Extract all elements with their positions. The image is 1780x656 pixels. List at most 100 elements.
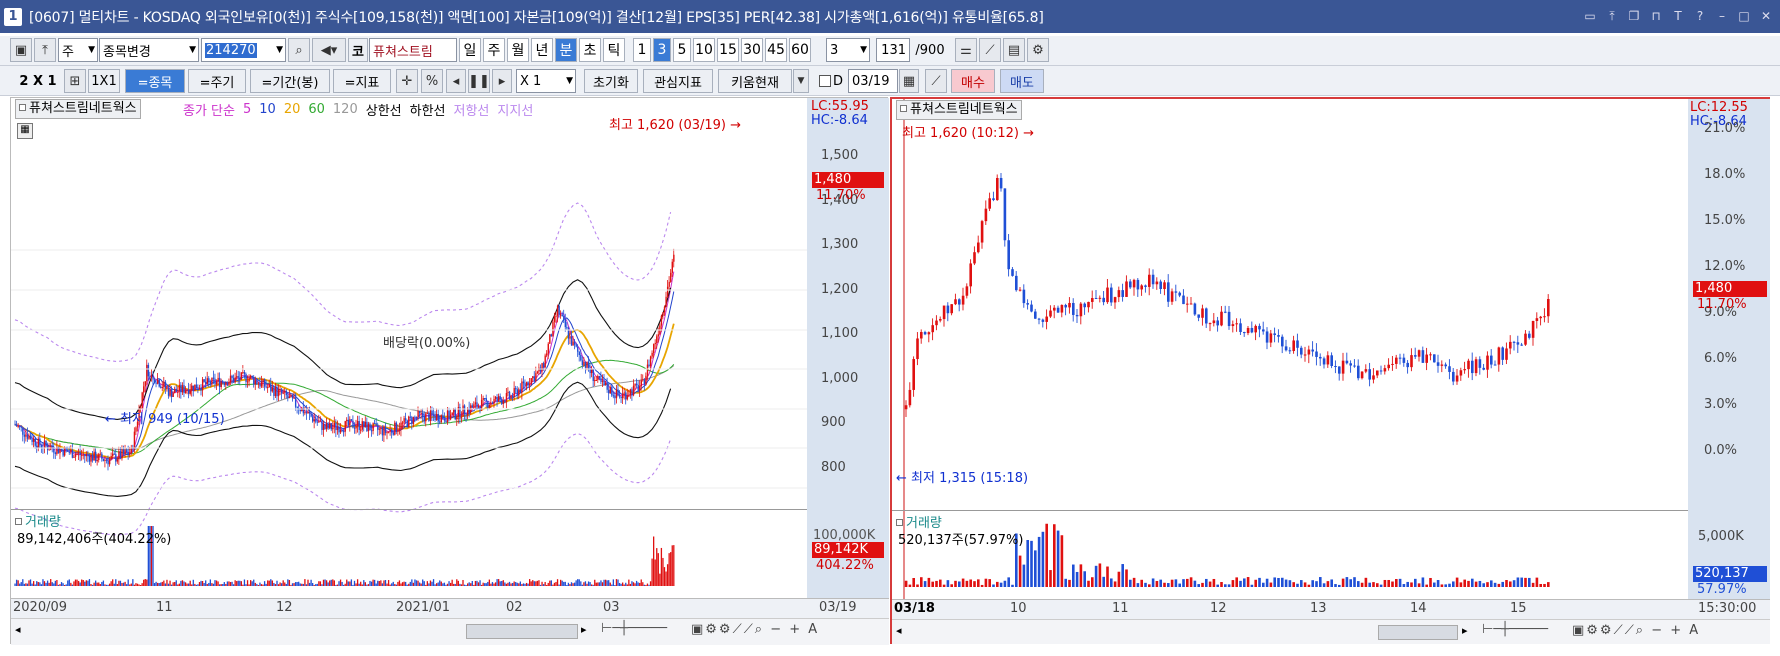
period-4[interactable]: 분 (555, 38, 577, 62)
indicator-link-button[interactable]: =지표 (333, 69, 391, 93)
minute-option-3[interactable]: 3 (653, 38, 671, 62)
order-tool-icon[interactable]: ⟋ (925, 69, 947, 93)
right-chart-panel[interactable]: 퓨쳐스트림네트웍스 최고 1,620 (10:12) → ← 최저 1,315 … (890, 97, 1770, 644)
percent-button[interactable]: % (421, 69, 443, 93)
buy-button[interactable]: 매수 (951, 69, 995, 93)
right-scroll-tools[interactable]: ▣⚙⚙⟋⟋⌕ − + A (1572, 623, 1700, 638)
gear-icon[interactable]: ⚙ (1027, 38, 1049, 62)
period-5[interactable]: 초 (579, 38, 601, 62)
lock-icon[interactable]: ⊓ (1648, 8, 1664, 24)
kiwoom-dropdown-icon[interactable]: ▼ (793, 69, 809, 93)
left-chart-panel[interactable]: 퓨쳐스트림네트웍스 종가 단순 5 10 20 60 120 상한선 하한선 저항선 지지선 ▦ … (10, 97, 889, 645)
watch-indicator-button[interactable]: 관심지표 (643, 69, 713, 93)
left-x-end: 03/19 (819, 600, 857, 615)
right-candle-body (1490, 355, 1493, 365)
minute-option-60[interactable]: 60 (789, 38, 811, 62)
minute-option-45[interactable]: 45 (765, 38, 787, 62)
screen-icon[interactable]: ▣ (10, 38, 32, 62)
calendar-icon[interactable]: ▦ (899, 69, 919, 93)
minute-option-5[interactable]: 5 (673, 38, 691, 62)
close-icon[interactable]: ✕ (1758, 8, 1774, 24)
type-select[interactable]: 주 ▼ (58, 38, 98, 62)
speaker-icon[interactable]: ◀▾ (312, 38, 346, 62)
left-zoom-slider[interactable]: ⊢─┼───── (601, 621, 667, 636)
drawing-tool-icon[interactable]: ⟋ (979, 38, 1001, 62)
right-scrollbar-thumb[interactable] (1378, 625, 1458, 640)
pause-icon[interactable]: ❚❚ (468, 69, 490, 93)
left-stock-label[interactable]: 퓨쳐스트림네트웍스 (15, 99, 141, 119)
left-volume-bar (518, 583, 520, 586)
left-scroll-right-icon[interactable]: ▸ (581, 623, 587, 636)
left-table-icon[interactable]: ▦ (17, 123, 33, 139)
font-icon[interactable]: T (1670, 8, 1686, 24)
right-chart-svg[interactable] (892, 99, 1770, 619)
scroll-right-icon[interactable]: ▸ (492, 69, 512, 93)
kiwoom-now-button[interactable]: 키움현재 (718, 69, 792, 93)
minute-option-1[interactable]: 1 (633, 38, 651, 62)
multiplier-select[interactable]: X 1 ▼ (516, 69, 576, 93)
left-volume-bar (465, 584, 467, 586)
left-candle-body (367, 423, 370, 432)
scroll-left-icon[interactable]: ◂ (446, 69, 466, 93)
legend-item-1: 5 (242, 101, 252, 117)
right-candle-body (1516, 342, 1520, 345)
maximize-icon[interactable]: □ (1736, 8, 1752, 24)
left-candle-body (198, 388, 201, 390)
tile-icon[interactable]: ❐ (1626, 8, 1642, 24)
right-zoom-slider[interactable]: ⊢─┼───── (1482, 622, 1548, 637)
left-scroll-tools[interactable]: ▣⚙⚙⟋⟋⌕ − + A (691, 622, 819, 637)
left-volume-bar (157, 582, 159, 586)
crosshair-icon[interactable]: ✛ (396, 69, 418, 93)
left-volume-bar (594, 579, 596, 586)
count-input[interactable]: 131 (876, 38, 910, 62)
right-volume-bar (1387, 579, 1390, 587)
pin-icon[interactable]: ⤒ (34, 38, 56, 62)
save-icon[interactable]: ▤ (1003, 38, 1025, 62)
left-candle-body (299, 409, 301, 412)
grid-layout-icon[interactable]: ⊞ (64, 69, 86, 93)
right-scroll-right-icon[interactable]: ▸ (1462, 624, 1468, 637)
left-volume-bar (665, 571, 667, 586)
layout-1x1-button[interactable]: 1X1 (88, 69, 120, 93)
search-icon[interactable]: ⌕ (288, 38, 310, 62)
left-scroll-left-icon[interactable]: ◂ (15, 623, 21, 636)
stock-name-field[interactable]: 퓨쳐스트림 (369, 38, 457, 62)
indicator-settings-icon[interactable]: ⚌ (955, 38, 977, 62)
minimize-icon[interactable]: – (1714, 8, 1730, 24)
period-0[interactable]: 일 (459, 38, 481, 62)
cycle-link-button[interactable]: =주기 (188, 69, 246, 93)
right-candle-body (1440, 364, 1444, 366)
restore-layout-icon[interactable]: ▭ (1582, 8, 1598, 24)
right-scroll-left-icon[interactable]: ◂ (896, 624, 902, 637)
period-6[interactable]: 틱 (603, 38, 625, 62)
market-button[interactable]: 코 (348, 38, 368, 62)
period-3[interactable]: 년 (531, 38, 553, 62)
left-volume-bar (346, 579, 348, 586)
minute-option-15[interactable]: 15 (717, 38, 739, 62)
right-candle-body (1429, 354, 1432, 356)
sell-button[interactable]: 매도 (1000, 69, 1044, 93)
pin-top-icon[interactable]: ⤒ (1604, 8, 1620, 24)
range-link-button[interactable]: =기간(봉) (250, 69, 330, 93)
left-candle-body (527, 382, 529, 386)
left-volume-bar (211, 583, 213, 586)
date-checkbox[interactable] (818, 69, 832, 93)
right-volume-bar (1072, 564, 1075, 587)
stock-code-input[interactable]: 214270 ▼ (201, 38, 286, 62)
date-input[interactable]: 03/19 (848, 69, 898, 93)
interval-select[interactable]: 3 ▼ (826, 38, 870, 62)
right-x-tick-0: 03/18 (894, 601, 935, 616)
reset-button[interactable]: 초기화 (584, 69, 638, 93)
left-volume-bar (445, 584, 447, 586)
period-2[interactable]: 월 (507, 38, 529, 62)
help-icon[interactable]: ? (1692, 8, 1708, 24)
minute-option-30[interactable]: 30 (741, 38, 763, 62)
minute-option-10[interactable]: 10 (693, 38, 715, 62)
right-stock-label[interactable]: 퓨쳐스트림네트웍스 (896, 100, 1022, 120)
period-1[interactable]: 주 (483, 38, 505, 62)
left-candle-body (68, 451, 71, 453)
right-candle-body (1531, 320, 1535, 338)
left-scrollbar-thumb[interactable] (466, 624, 578, 639)
stock-change-select[interactable]: 종목변경 ▼ (99, 38, 199, 62)
stock-link-button[interactable]: =종목 (125, 69, 185, 93)
